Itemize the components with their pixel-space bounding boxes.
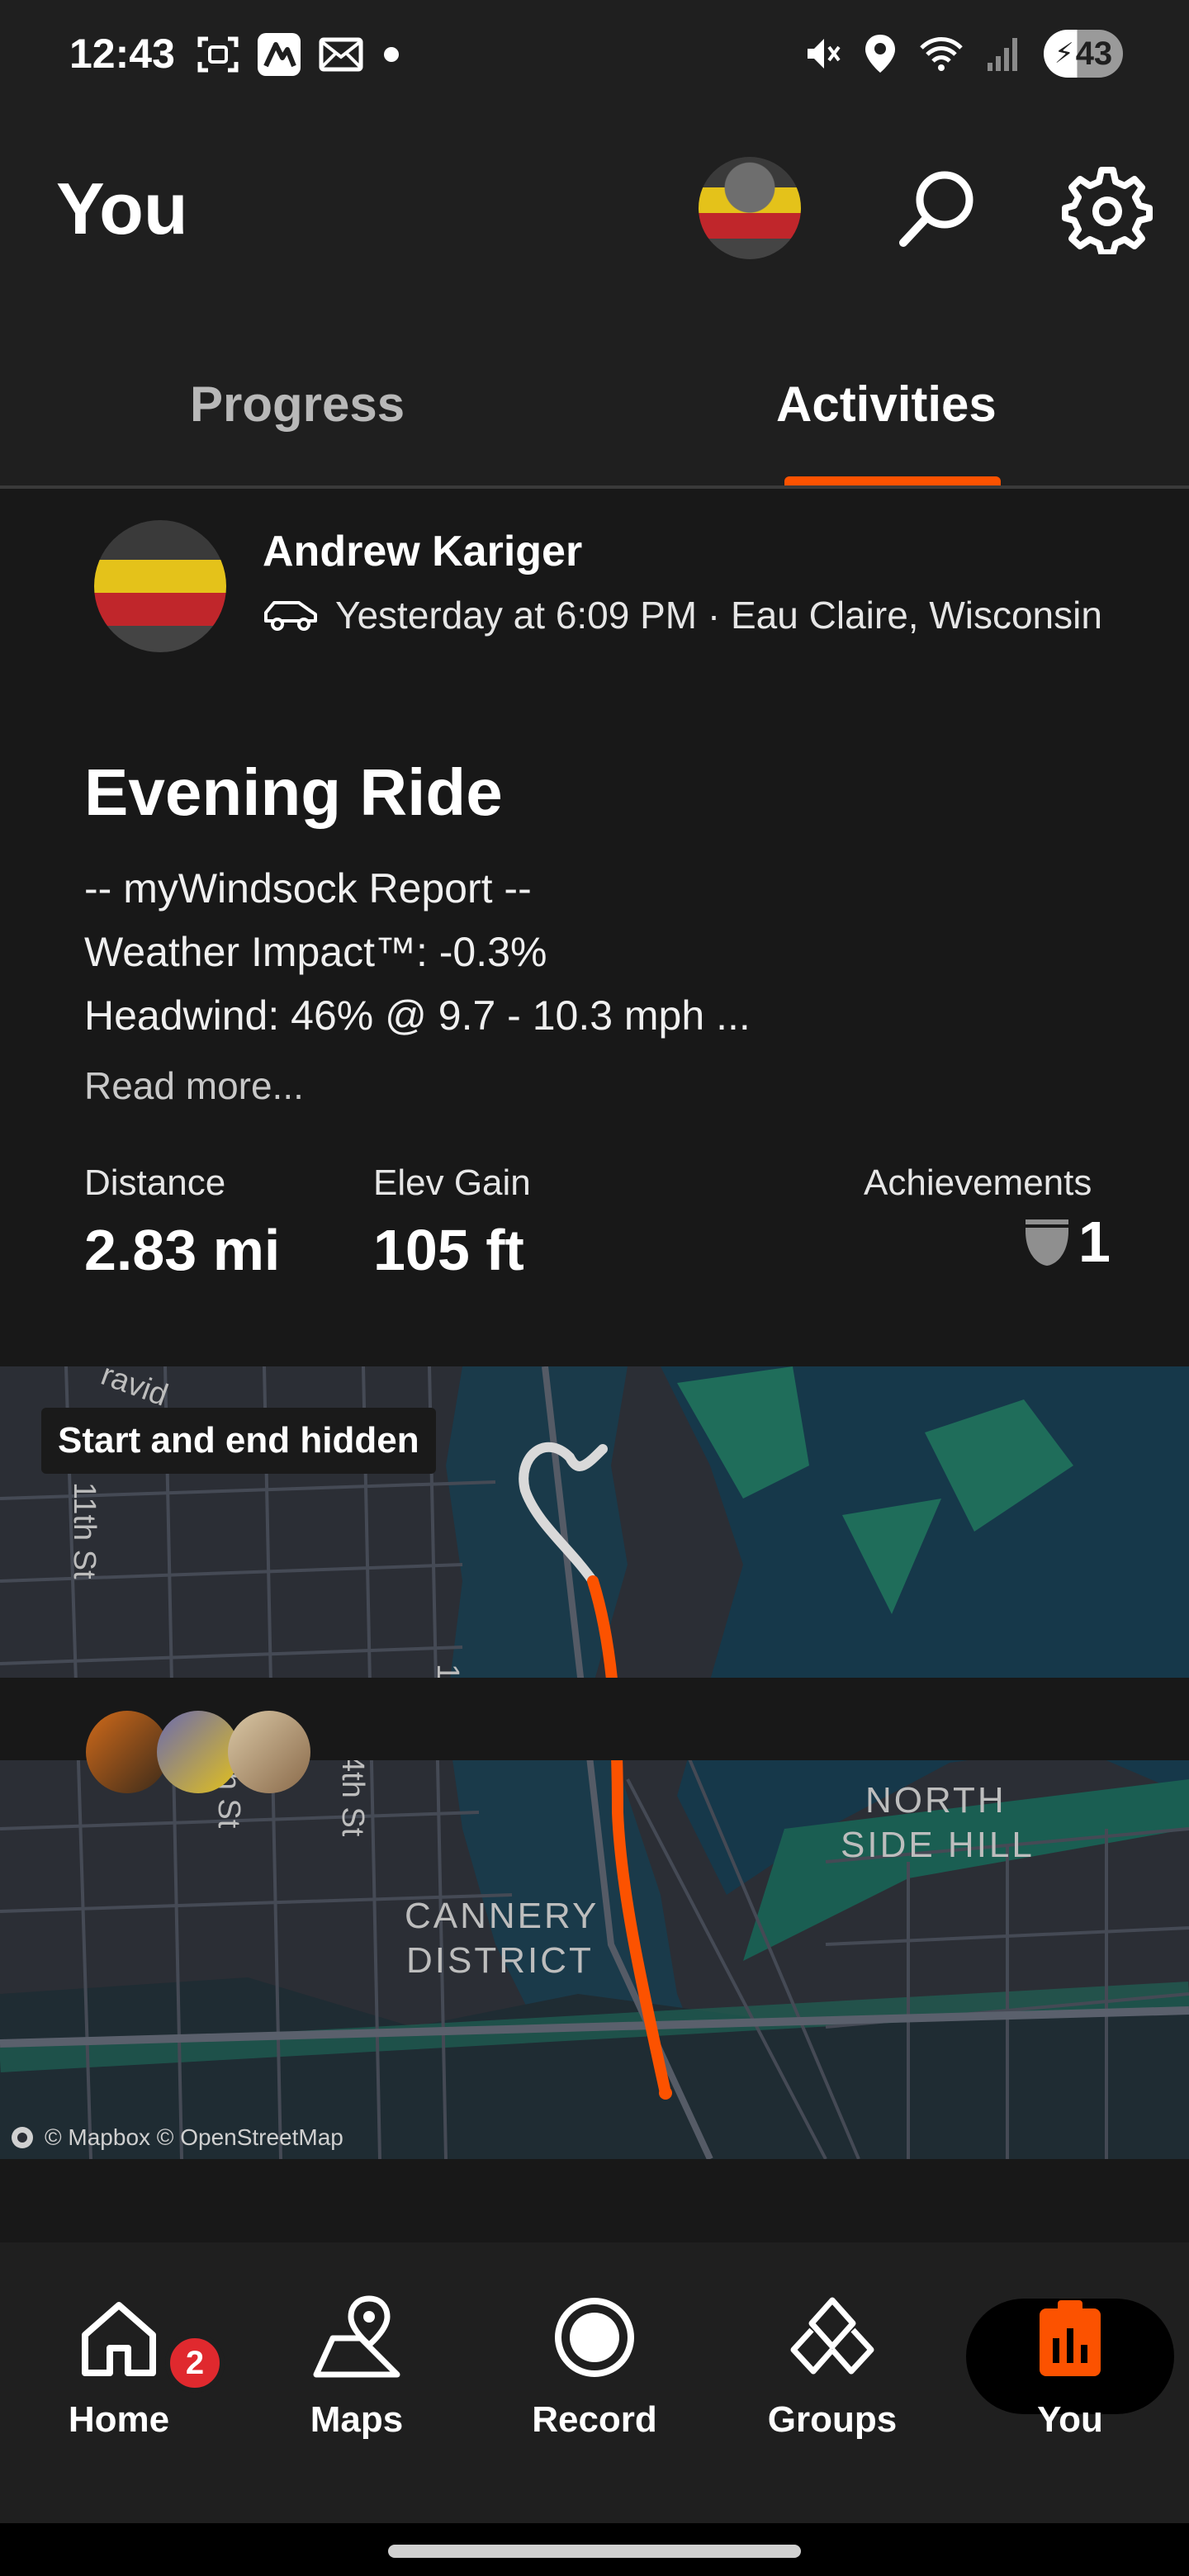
map-label: SIDE HILL	[841, 1825, 1035, 1865]
notification-badge: 2	[165, 2333, 225, 2393]
tab-activities[interactable]: Activities	[776, 376, 997, 433]
page-title: You	[56, 168, 188, 249]
activity-meta: Yesterday at 6:09 PM · Eau Claire, Wisco…	[263, 593, 1102, 637]
battery-icon: ⚡ 43	[1044, 30, 1123, 78]
map-privacy-badge: Start and end hidden	[41, 1408, 436, 1474]
avatar[interactable]	[699, 157, 801, 259]
description-line: -- myWindsock Report --	[84, 865, 532, 912]
athlete-name[interactable]: Andrew Kariger	[263, 527, 582, 576]
status-time: 12:43	[69, 31, 175, 77]
stat-achievements-label: Achievements	[864, 1163, 1092, 1203]
map-label: 11th St	[67, 1482, 102, 1579]
groups-icon	[790, 2297, 874, 2375]
header: You	[0, 116, 1189, 305]
nav-you[interactable]: You	[979, 2292, 1161, 2441]
nav-home-label: Home	[68, 2399, 170, 2440]
achievements-count: 1	[1078, 1210, 1111, 1274]
mute-icon	[808, 39, 841, 69]
nav-groups[interactable]: Groups	[741, 2292, 923, 2441]
athlete-avatar[interactable]	[94, 520, 226, 652]
nav-record-label: Record	[532, 2399, 657, 2440]
location-icon	[865, 35, 895, 73]
read-more-link[interactable]: Read more...	[84, 1063, 304, 1108]
strava-icon	[258, 33, 301, 76]
signal-icon	[988, 38, 1017, 71]
nav-groups-label: Groups	[767, 2399, 898, 2440]
kudos-avatar	[86, 1711, 168, 1793]
trophy-icon	[1026, 1219, 1068, 1266]
description-line: Weather Impact™: -0.3%	[84, 929, 547, 975]
nav-maps[interactable]: Maps	[266, 2292, 448, 2441]
search-icon[interactable]	[892, 163, 983, 254]
nav-record[interactable]: Record	[504, 2292, 685, 2441]
home-icon	[82, 2302, 156, 2376]
map-label: DISTRICT	[406, 1940, 594, 1981]
dot-icon	[384, 47, 399, 62]
status-bar: 12:43 ⚡ 43	[0, 0, 1189, 116]
activity-title[interactable]: Evening Ride	[84, 755, 503, 831]
you-icon	[1040, 2300, 1101, 2376]
screenshot-icon	[197, 36, 239, 73]
record-icon	[555, 2298, 634, 2377]
attribution-text: © Mapbox © OpenStreetMap	[45, 2124, 343, 2150]
stat-distance-value: 2.83 mi	[84, 1218, 281, 1282]
wifi-icon	[920, 37, 963, 71]
battery-level: 43	[1075, 35, 1113, 72]
activity-card[interactable]: Andrew Kariger Yesterday at 6:09 PM · Ea…	[0, 489, 1189, 2246]
kudos-avatar	[157, 1711, 239, 1793]
stat-achievements-value: 1	[1021, 1209, 1111, 1275]
tab-progress[interactable]: Progress	[190, 376, 405, 433]
stat-elev-value: 105 ft	[373, 1218, 524, 1282]
map-attribution: © Mapbox © OpenStreetMap	[10, 2124, 343, 2151]
kudos-avatar	[228, 1711, 310, 1793]
tabs: Progress Activities	[0, 343, 1189, 487]
stat-elev-label: Elev Gain	[373, 1163, 531, 1203]
activity-meta-text: Yesterday at 6:09 PM · Eau Claire, Wisco…	[335, 594, 1102, 637]
map-label: CANNERY	[405, 1896, 599, 1936]
nav-maps-label: Maps	[310, 2399, 404, 2440]
bottom-nav: Home 2 Maps Record Groups You	[0, 2242, 1189, 2523]
gear-icon[interactable]	[1062, 163, 1153, 254]
car-icon	[264, 601, 317, 631]
next-card-peek	[0, 1678, 1189, 1793]
stat-distance-label: Distance	[84, 1163, 226, 1203]
description-line: Headwind: 46% @ 9.7 - 10.3 mph ...	[84, 992, 751, 1039]
mapbox-icon	[12, 2127, 33, 2148]
map-label: NORTH	[865, 1780, 1007, 1821]
status-icons-left	[197, 33, 401, 76]
nav-you-label: You	[1037, 2399, 1103, 2440]
mail-icon	[319, 37, 363, 72]
nav-home[interactable]: Home 2	[28, 2292, 225, 2441]
map-label: 4th St	[335, 1754, 370, 1837]
status-icons-right: ⚡ 43	[803, 30, 1123, 78]
activity-description: -- myWindsock Report -- Weather Impact™:…	[84, 857, 751, 1048]
maps-icon	[313, 2295, 400, 2378]
home-indicator[interactable]	[388, 2545, 801, 2558]
